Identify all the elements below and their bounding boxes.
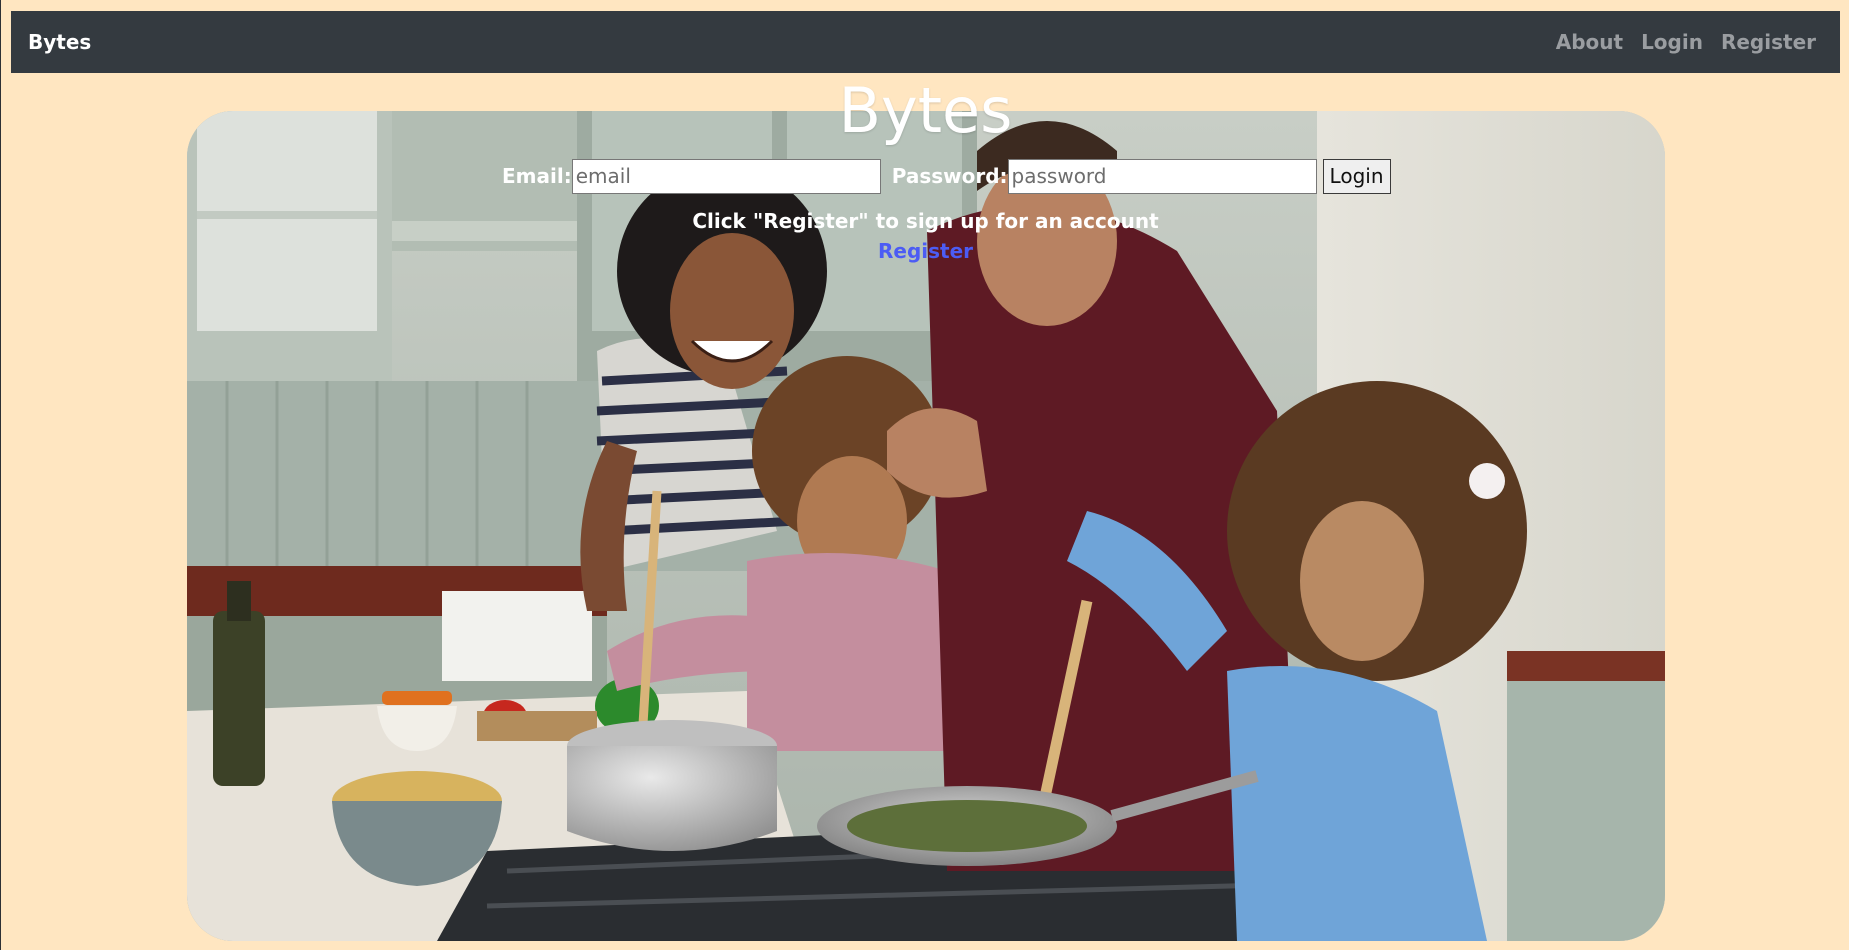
password-label: Password: (891, 164, 1008, 188)
register-link-container: Register (1, 239, 1849, 263)
nav-links: About Login Register (1556, 30, 1823, 54)
login-form: Email: Password: Login (502, 158, 1391, 194)
nav-link-about[interactable]: About (1556, 30, 1623, 54)
email-label: Email: (502, 164, 572, 188)
top-navbar: Bytes About Login Register (11, 11, 1840, 73)
family-cooking-photo (187, 111, 1665, 941)
password-input[interactable] (1007, 158, 1317, 194)
login-button[interactable]: Login (1322, 158, 1391, 194)
nav-link-login[interactable]: Login (1641, 30, 1703, 54)
brand-logo[interactable]: Bytes (28, 30, 91, 54)
register-hint: Click "Register" to sign up for an accou… (692, 209, 1159, 233)
register-link[interactable]: Register (878, 239, 973, 263)
page-title: Bytes (838, 74, 1013, 147)
hero-image (187, 111, 1665, 941)
nav-link-register[interactable]: Register (1721, 30, 1816, 54)
email-input[interactable] (571, 158, 881, 194)
